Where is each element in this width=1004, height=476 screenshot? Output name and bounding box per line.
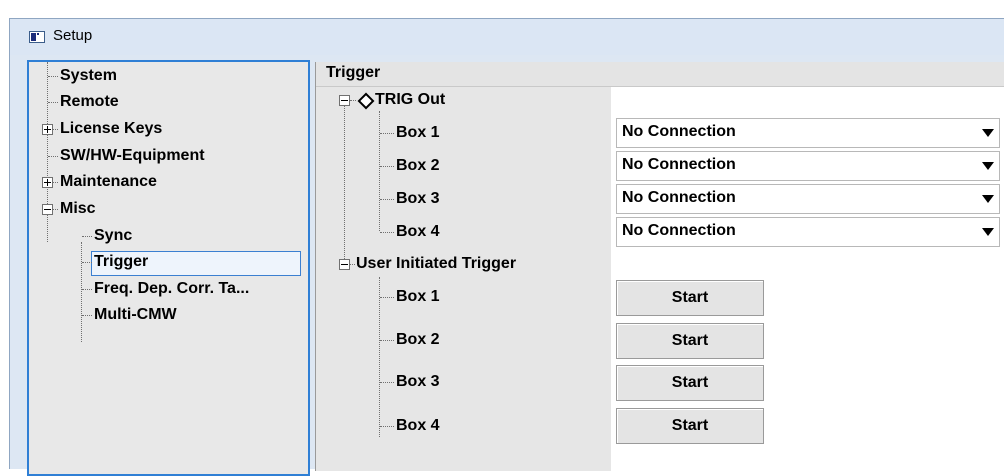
user-trigger-box2-label: Box 2 [396,331,440,348]
tree-line [380,199,394,200]
tree-line [380,426,394,427]
nav-item-remote[interactable]: Remote [60,92,119,112]
box1-connection-value: No Connection [622,123,736,140]
dropdown-arrow-icon[interactable] [982,162,994,170]
tree-line [82,262,92,263]
title-bar: Setup [10,19,1004,55]
dropdown-arrow-icon[interactable] [982,129,994,137]
window-icon [29,31,45,43]
nav-item-multi-cmw[interactable]: Multi-CMW [94,305,177,325]
tree-line [379,111,380,231]
expand-icon[interactable] [42,124,53,135]
tree-line [47,62,48,242]
nav-item-license-keys[interactable]: License Keys [60,119,162,139]
tree-line [350,264,355,265]
tree-line [53,129,58,130]
trig-out-box1-label: Box 1 [396,124,440,141]
nav-item-trigger[interactable]: Trigger [94,252,148,272]
trigger-output-icon [357,92,375,110]
tree-line [380,297,394,298]
nav-item-misc[interactable]: Misc [60,199,96,219]
collapse-icon[interactable] [339,95,350,106]
box3-connection-value: No Connection [622,189,736,206]
trigger-panel: Trigger TRIG Out Box 1 Box 2 Box 3 Box 4… [315,62,1004,471]
box4-start-button[interactable]: Start [616,408,764,444]
trig-out-box3-label: Box 3 [396,190,440,207]
nav-tree: System Remote License Keys SW/HW-Equipme… [27,60,310,476]
box2-start-button[interactable]: Start [616,323,764,359]
user-trigger-box3-label: Box 3 [396,373,440,390]
tree-line [350,100,356,101]
tree-line [48,156,58,157]
tree-line [81,242,82,342]
dropdown-arrow-icon[interactable] [982,228,994,236]
tree-line [82,315,92,316]
panel-title: Trigger [326,64,381,81]
nav-item-freq-dep-corr[interactable]: Freq. Dep. Corr. Ta... [94,279,249,299]
expand-icon[interactable] [42,177,53,188]
settings-values: No Connection No Connection No Connectio… [611,87,1004,471]
box3-start-button[interactable]: Start [616,365,764,401]
user-trigger-box1-label: Box 1 [396,288,440,305]
trig-out-box2-label: Box 2 [396,157,440,174]
nav-item-sync[interactable]: Sync [94,226,132,246]
tree-line [379,277,380,437]
tree-line [344,95,345,263]
tree-line [380,232,394,233]
tree-line [380,133,394,134]
dropdown-arrow-icon[interactable] [982,195,994,203]
tree-line [82,289,92,290]
box1-start-button[interactable]: Start [616,280,764,316]
panel-header: Trigger [316,62,1004,87]
box2-connection-select[interactable]: No Connection [616,151,1000,181]
tree-line [53,209,58,210]
collapse-icon[interactable] [42,204,53,215]
box1-connection-select[interactable]: No Connection [616,118,1000,148]
nav-item-sw-hw-equipment[interactable]: SW/HW-Equipment [60,146,205,166]
nav-item-system[interactable]: System [60,66,117,86]
user-trigger-label[interactable]: User Initiated Trigger [356,254,516,274]
box2-connection-value: No Connection [622,156,736,173]
settings-tree: TRIG Out Box 1 Box 2 Box 3 Box 4 User In… [316,87,611,471]
tree-line [380,166,394,167]
tree-line [380,340,394,341]
window-title: Setup [53,27,93,44]
tree-line [53,182,58,183]
nav-item-maintenance[interactable]: Maintenance [60,172,157,192]
tree-line [82,236,92,237]
collapse-icon[interactable] [339,259,350,270]
trig-out-box4-label: Box 4 [396,223,440,240]
tree-line [48,102,58,103]
user-trigger-box4-label: Box 4 [396,417,440,434]
box4-connection-value: No Connection [622,222,736,239]
setup-window: Setup System Remote License Keys SW/HW-E… [9,18,1004,476]
tree-line [48,76,58,77]
tree-line [380,382,394,383]
box3-connection-select[interactable]: No Connection [616,184,1000,214]
box4-connection-select[interactable]: No Connection [616,217,1000,247]
trig-out-label[interactable]: TRIG Out [375,90,445,110]
